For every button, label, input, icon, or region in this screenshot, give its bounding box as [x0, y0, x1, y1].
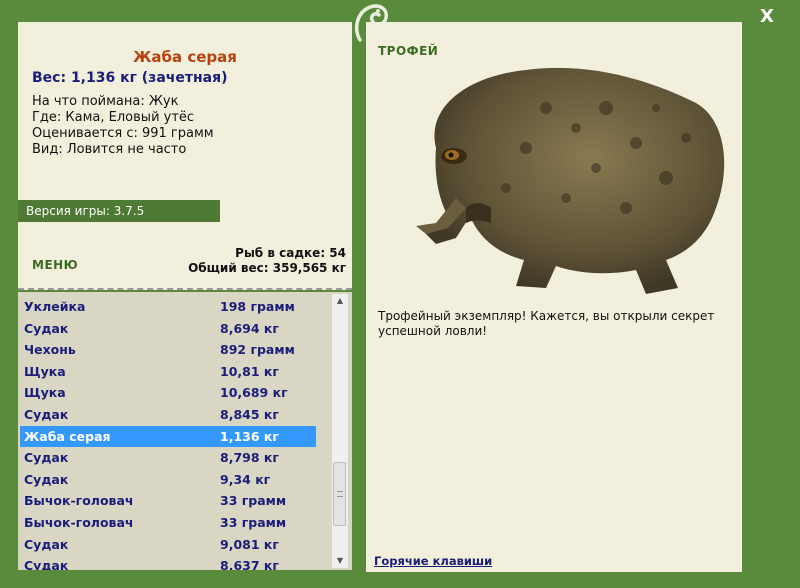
- list-item-weight: 8,694 кг: [220, 320, 279, 336]
- list-item[interactable]: Судак 8,637 кг: [20, 555, 316, 570]
- list-item[interactable]: Щука 10,689 кг: [20, 382, 316, 403]
- list-item-weight: 198 грамм: [220, 299, 295, 314]
- list-item[interactable]: Бычок-головач 33 грамм: [20, 512, 316, 533]
- list-item-weight: 8,637 кг: [220, 558, 279, 570]
- list-item[interactable]: Уклейка 198 грамм: [20, 296, 316, 317]
- list-item[interactable]: Судак 8,694 кг: [20, 318, 316, 339]
- fish-kind: Вид: Ловится не часто: [32, 142, 187, 157]
- list-item-name: Судак: [24, 536, 69, 552]
- list-item-name: Щука: [24, 385, 66, 401]
- list-item-weight: 33 грамм: [220, 493, 287, 509]
- menu-button[interactable]: МЕНЮ: [32, 258, 78, 272]
- fish-count: Рыб в садке: 54: [235, 246, 346, 260]
- list-item-weight: 9,34 кг: [220, 471, 271, 487]
- catch-list[interactable]: Уклейка 198 грамм Судак 8,694 кг Чехонь 892 г…: [18, 292, 352, 570]
- fish-bait: На что поймана: Жук: [32, 94, 179, 109]
- list-item-weight: 10,689 кг: [220, 385, 288, 401]
- trophy-panel: ТРОФЕЙ Трофейный экземпляр! Кажется, вы …: [366, 22, 742, 572]
- toad-image: [416, 67, 725, 294]
- game-version: Версия игры: 3.7.5: [18, 200, 220, 222]
- list-item[interactable]: Чехонь 892 грамм: [20, 339, 316, 360]
- fish-name: Жаба серая: [133, 48, 237, 66]
- list-item-name: Судак: [24, 407, 69, 422]
- list-item-name: Судак: [24, 320, 69, 336]
- list-item-weight: 10,81 кг: [220, 363, 279, 379]
- list-item[interactable]: Судак 8,845 кг: [20, 404, 316, 425]
- list-item-weight: 8,798 кг: [220, 450, 279, 466]
- list-item-weight: 8,845 кг: [220, 407, 279, 422]
- list-item-name: Бычок-головач: [24, 515, 134, 530]
- catch-stats: Рыб в садке: 54 Общий вес: 359,565 кг: [188, 246, 346, 276]
- fish-weight: Вес: 1,136 кг (зачетная): [32, 70, 228, 86]
- list-item[interactable]: Судак 9,34 кг: [20, 469, 316, 490]
- fish-score-threshold: Оценивается с: 991 грамм: [32, 126, 214, 141]
- fish-info-panel: Жаба серая Вес: 1,136 кг (зачетная) На ч…: [18, 22, 352, 290]
- list-item-name: Судак: [24, 471, 69, 487]
- list-item-name: Жаба серая: [24, 428, 111, 444]
- list-item[interactable]: Бычок-головач 33 грамм: [20, 490, 316, 511]
- total-weight: Общий вес: 359,565 кг: [188, 261, 346, 275]
- list-item-weight: 33 грамм: [220, 515, 287, 530]
- scroll-down-icon[interactable]: ▼: [332, 554, 348, 568]
- list-item-weight: 9,081 кг: [220, 536, 279, 552]
- list-item-name: Уклейка: [24, 299, 86, 314]
- fish-location: Где: Кама, Еловый утёс: [32, 110, 195, 125]
- hotkeys-link[interactable]: Горячие клавиши: [374, 554, 492, 568]
- scrollbar[interactable]: ▲ ▼: [332, 294, 348, 568]
- trophy-description: Трофейный экземпляр! Кажется, вы открыли…: [378, 309, 715, 338]
- list-item[interactable]: Судак 9,081 кг: [20, 534, 316, 555]
- divider: [18, 288, 352, 290]
- close-button[interactable]: X: [756, 6, 778, 28]
- scroll-thumb[interactable]: [333, 462, 346, 526]
- list-item[interactable]: Щука 10,81 кг: [20, 361, 316, 382]
- list-item-name: Судак: [24, 558, 69, 570]
- list-item-name: Судак: [24, 450, 69, 466]
- list-item-name: Чехонь: [24, 342, 76, 358]
- list-item[interactable]: Судак 8,798 кг: [20, 447, 316, 468]
- list-item-name: Щука: [24, 363, 66, 379]
- list-item-weight: 892 грамм: [220, 342, 295, 358]
- scroll-up-icon[interactable]: ▲: [332, 294, 348, 308]
- list-item-name: Бычок-головач: [24, 493, 134, 509]
- list-item[interactable]: Жаба серая 1,136 кг: [20, 425, 316, 447]
- list-item-weight: 1,136 кг: [220, 428, 279, 444]
